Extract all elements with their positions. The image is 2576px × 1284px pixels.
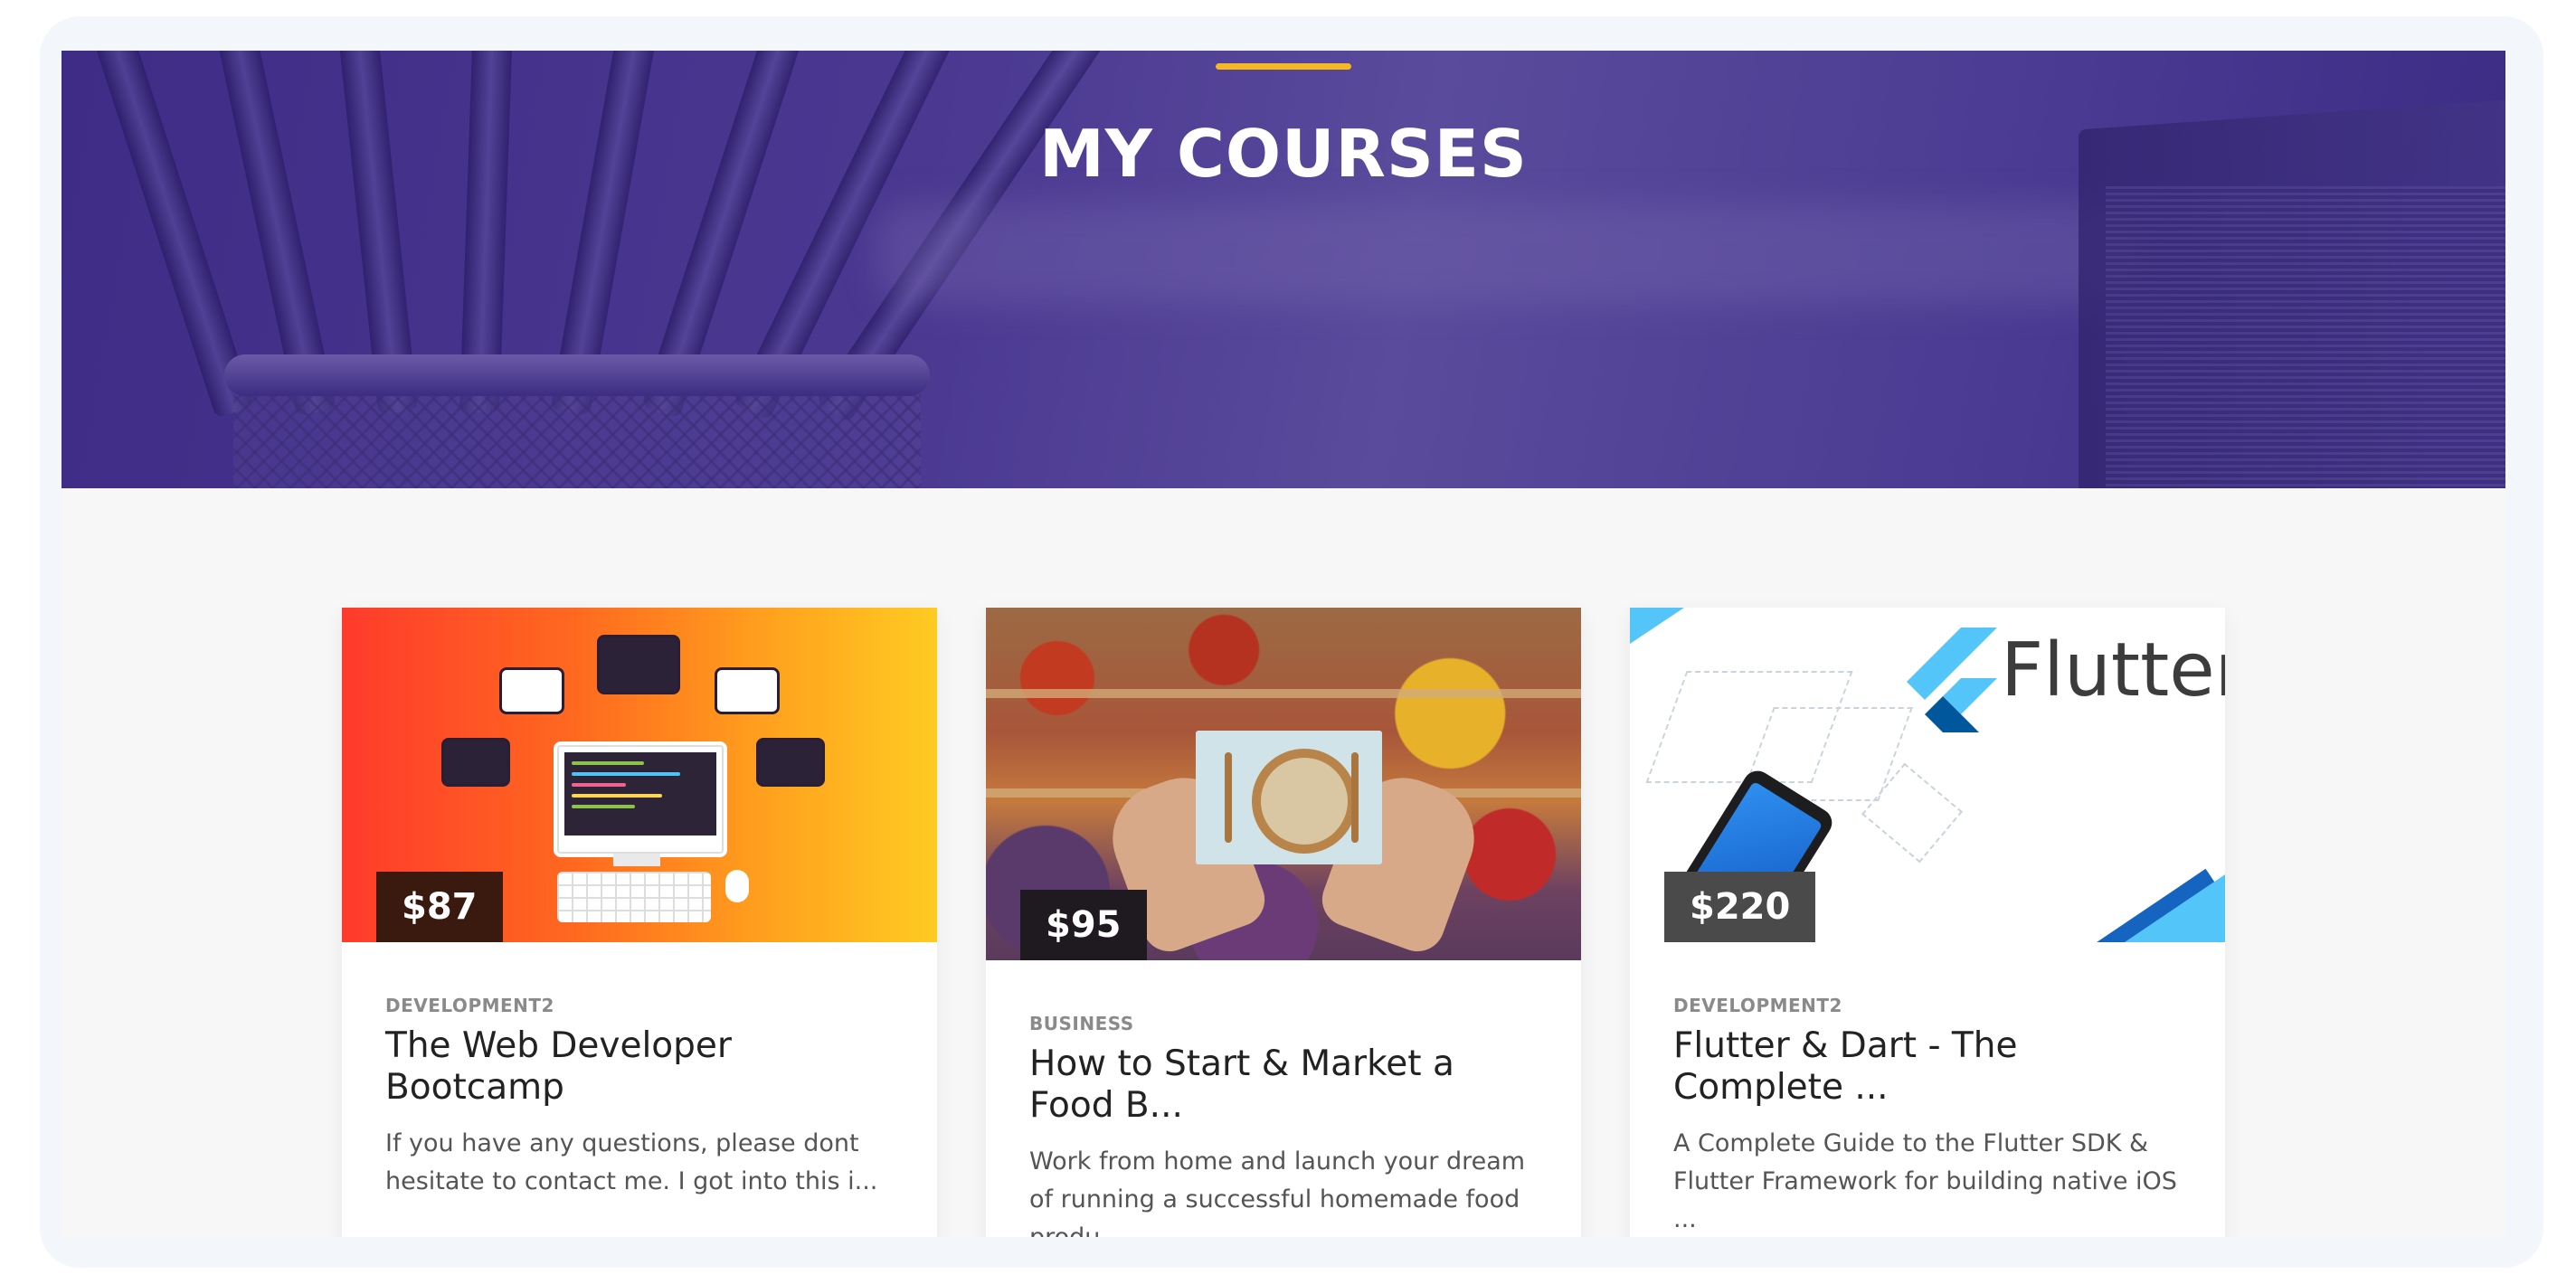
course-category[interactable]: DEVELOPMENT2 <box>1673 995 2189 1016</box>
price-badge: $220 <box>1664 872 1816 942</box>
course-card[interactable]: $87 DEVELOPMENT2 The Web Developer Bootc… <box>342 608 937 1237</box>
world-plate-icon <box>1252 749 1357 854</box>
page-title: MY COURSES <box>1039 116 1528 192</box>
book-pages-graphic <box>2106 186 2505 488</box>
course-category[interactable]: BUSINESS <box>1029 1013 1545 1034</box>
cards-icon <box>597 635 680 694</box>
knife-icon <box>1351 752 1359 843</box>
course-category[interactable]: DEVELOPMENT2 <box>385 995 901 1016</box>
area-chart-icon <box>756 738 825 787</box>
code-window-icon <box>441 738 510 787</box>
hero-accent-line <box>1216 63 1351 70</box>
corner-accent <box>1630 608 1684 644</box>
fork-icon <box>1225 752 1232 843</box>
mouse-icon <box>725 870 749 902</box>
course-card[interactable]: Flutter $220 DEVELOPMENT2 Flutter & Dart… <box>1630 608 2225 1237</box>
page-frame: MY COURSES $87 DEVELOPMENT2 The Web Deve… <box>40 16 2543 1268</box>
page-content: MY COURSES $87 DEVELOPMENT2 The Web Deve… <box>62 51 2505 1237</box>
monitor-icon <box>554 741 727 857</box>
flutter-logo-icon <box>1907 628 1997 732</box>
keyboard-icon <box>557 872 711 922</box>
course-description: A Complete Guide to the Flutter SDK & Fl… <box>1673 1129 2177 1233</box>
monitor-stand <box>613 854 660 866</box>
hero-banner: MY COURSES <box>62 51 2505 488</box>
course-title[interactable]: How to Start & Market a Food B... <box>1029 1043 1545 1127</box>
course-title[interactable]: The Web Developer Bootcamp <box>385 1025 901 1109</box>
course-description: If you have any questions, please dont h… <box>385 1129 878 1195</box>
flutter-wordmark: Flutter <box>2001 628 2225 713</box>
pencil-cup-rim <box>224 354 930 396</box>
pie-chart-icon <box>715 667 780 714</box>
shelf-graphic <box>986 689 1581 698</box>
course-thumbnail[interactable]: $87 <box>342 608 937 942</box>
course-card[interactable]: $95 BUSINESS How to Start & Market a Foo… <box>986 608 1581 1237</box>
course-description: Work from home and launch your dream of … <box>1029 1147 1526 1237</box>
dashboard-icon <box>499 667 564 714</box>
course-title[interactable]: Flutter & Dart - The Complete ... <box>1673 1025 2189 1109</box>
course-thumbnail[interactable]: Flutter $220 <box>1630 608 2225 942</box>
hero-background-blur <box>876 204 2142 304</box>
course-thumbnail[interactable]: $95 <box>986 608 1581 960</box>
price-badge: $95 <box>1020 890 1147 960</box>
price-badge: $87 <box>376 872 503 942</box>
